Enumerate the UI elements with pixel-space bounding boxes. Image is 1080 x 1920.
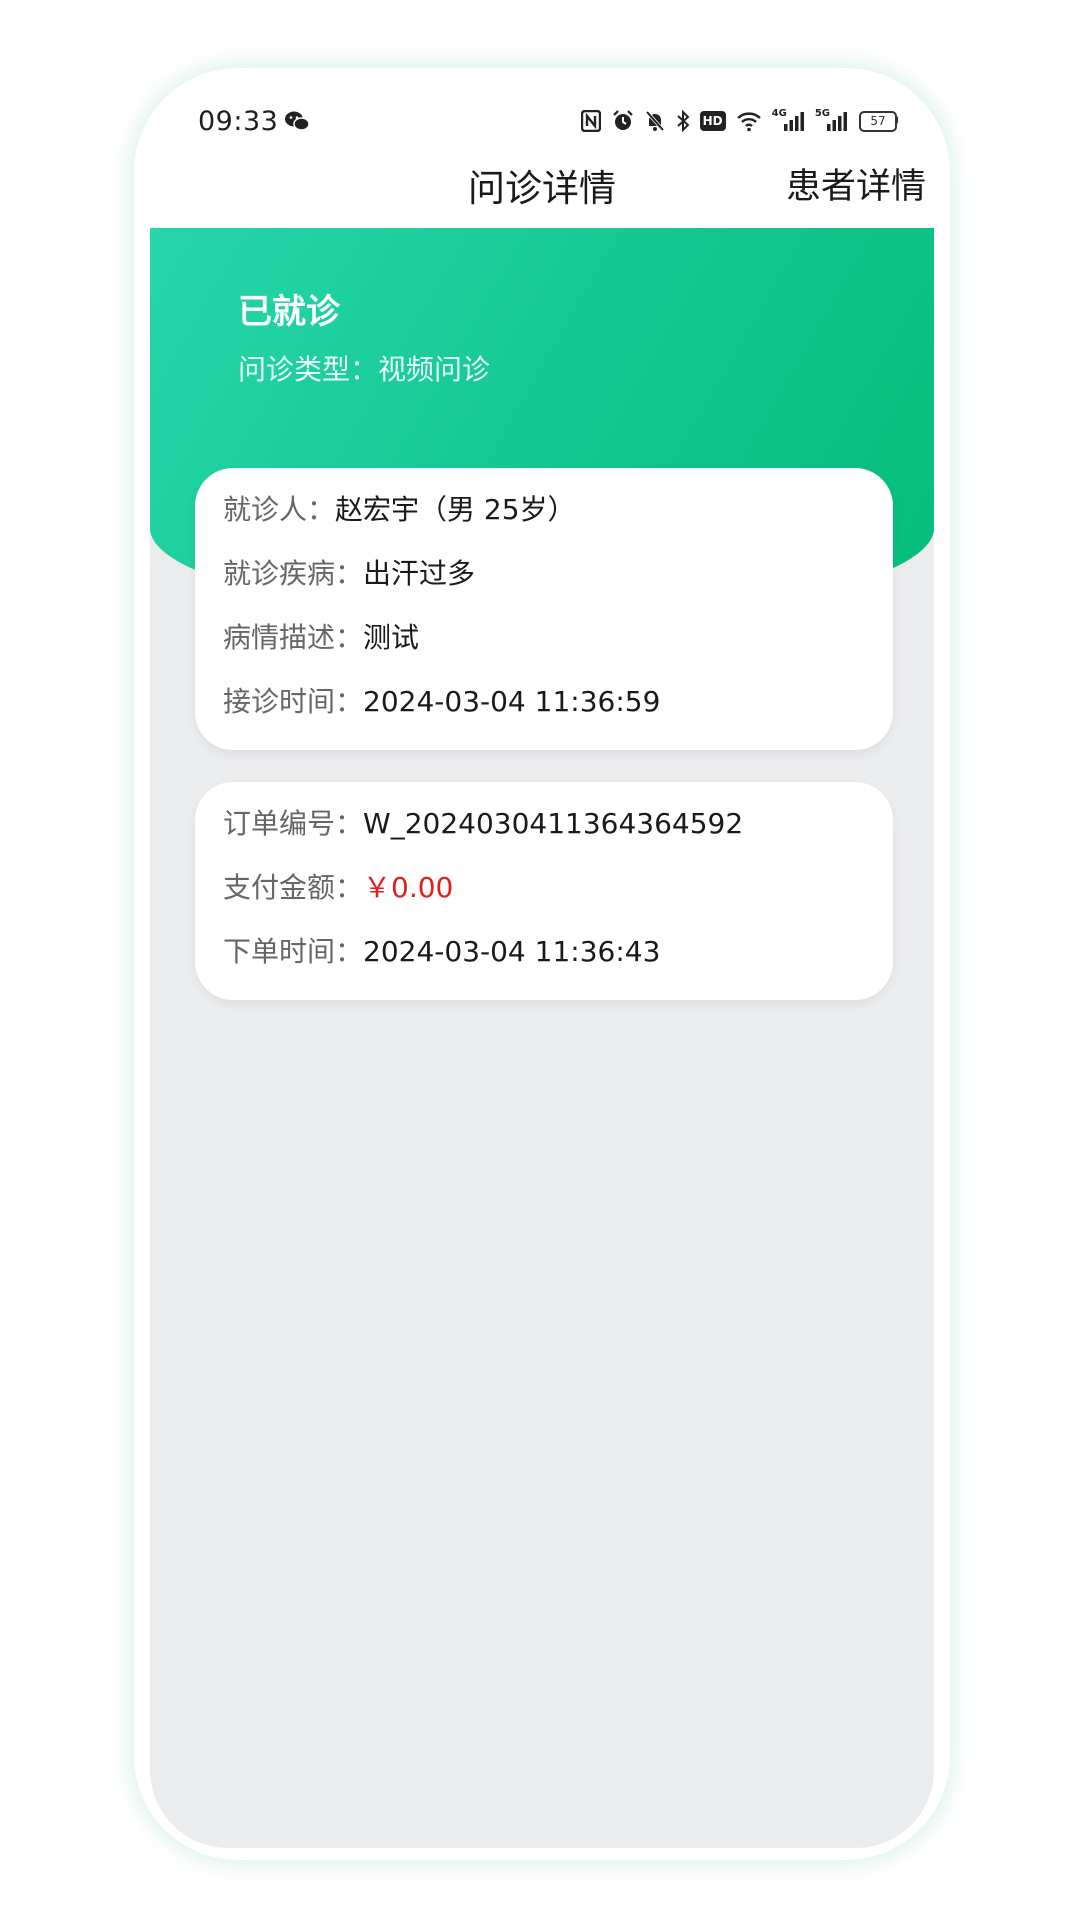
payment-amount-row: 支付金额：￥0.00 (223, 866, 453, 906)
patient-row: 就诊人：赵宏宇（男 25岁） (223, 488, 576, 528)
status-icons: HD 4G 5G 57 (580, 106, 898, 136)
patient-label: 就诊人： (223, 493, 336, 526)
main-content: 已就诊 问诊类型：视频问诊 就诊人：赵宏宇（男 25岁） 就诊疾病：出汗过多 病… (150, 228, 934, 1848)
nfc-icon (580, 106, 602, 136)
accept-time-value: 2024-03-04 11:36:59 (363, 685, 661, 718)
description-value: 测试 (363, 621, 420, 654)
order-time-label: 下单时间： (223, 935, 364, 968)
accept-time-row: 接诊时间：2024-03-04 11:36:59 (223, 680, 660, 720)
order-number-label: 订单编号： (223, 807, 364, 840)
signal-4g-icon: 4G (772, 106, 805, 136)
consult-type: 问诊类型：视频问诊 (238, 353, 491, 386)
order-number-row: 订单编号：W_2024030411364364592 (223, 802, 743, 842)
status-bar: 09:33 HD 4G 5G 57 (150, 80, 934, 160)
bluetooth-icon (676, 106, 690, 136)
payment-amount-label: 支付金额： (223, 871, 364, 904)
accept-time-label: 接诊时间： (223, 685, 364, 718)
patient-details-button[interactable]: 患者详情 (786, 158, 926, 209)
battery-icon: 57 (858, 106, 898, 136)
description-row: 病情描述：测试 (223, 616, 419, 656)
payment-amount-value: ￥0.00 (363, 871, 454, 904)
signal-5g-icon: 5G (815, 106, 848, 136)
battery-level: 57 (859, 110, 897, 132)
order-time-row: 下单时间：2024-03-04 11:36:43 (223, 930, 660, 970)
status-time: 09:33 (198, 106, 279, 137)
disease-label: 就诊疾病： (223, 557, 364, 590)
disease-row: 就诊疾病：出汗过多 (223, 552, 475, 592)
alarm-icon (612, 106, 634, 136)
disease-value: 出汗过多 (363, 557, 476, 590)
order-time-value: 2024-03-04 11:36:43 (363, 935, 661, 968)
app-screen: 09:33 HD 4G 5G 57 问诊详情 患者详情 已就诊 问诊类型：视频问… (150, 80, 934, 1848)
wechat-icon (284, 110, 310, 136)
wifi-icon (736, 106, 762, 136)
patient-info-card: 就诊人：赵宏宇（男 25岁） 就诊疾病：出汗过多 病情描述：测试 接诊时间：20… (195, 468, 893, 750)
patient-value: 赵宏宇（男 25岁） (335, 493, 576, 526)
mute-bell-icon (644, 106, 666, 136)
description-label: 病情描述： (223, 621, 364, 654)
consult-status: 已就诊 (238, 292, 340, 332)
hd-icon: HD (699, 111, 726, 131)
order-number-value: W_2024030411364364592 (363, 807, 744, 840)
order-info-card: 订单编号：W_2024030411364364592 支付金额：￥0.00 下单… (195, 782, 893, 1000)
